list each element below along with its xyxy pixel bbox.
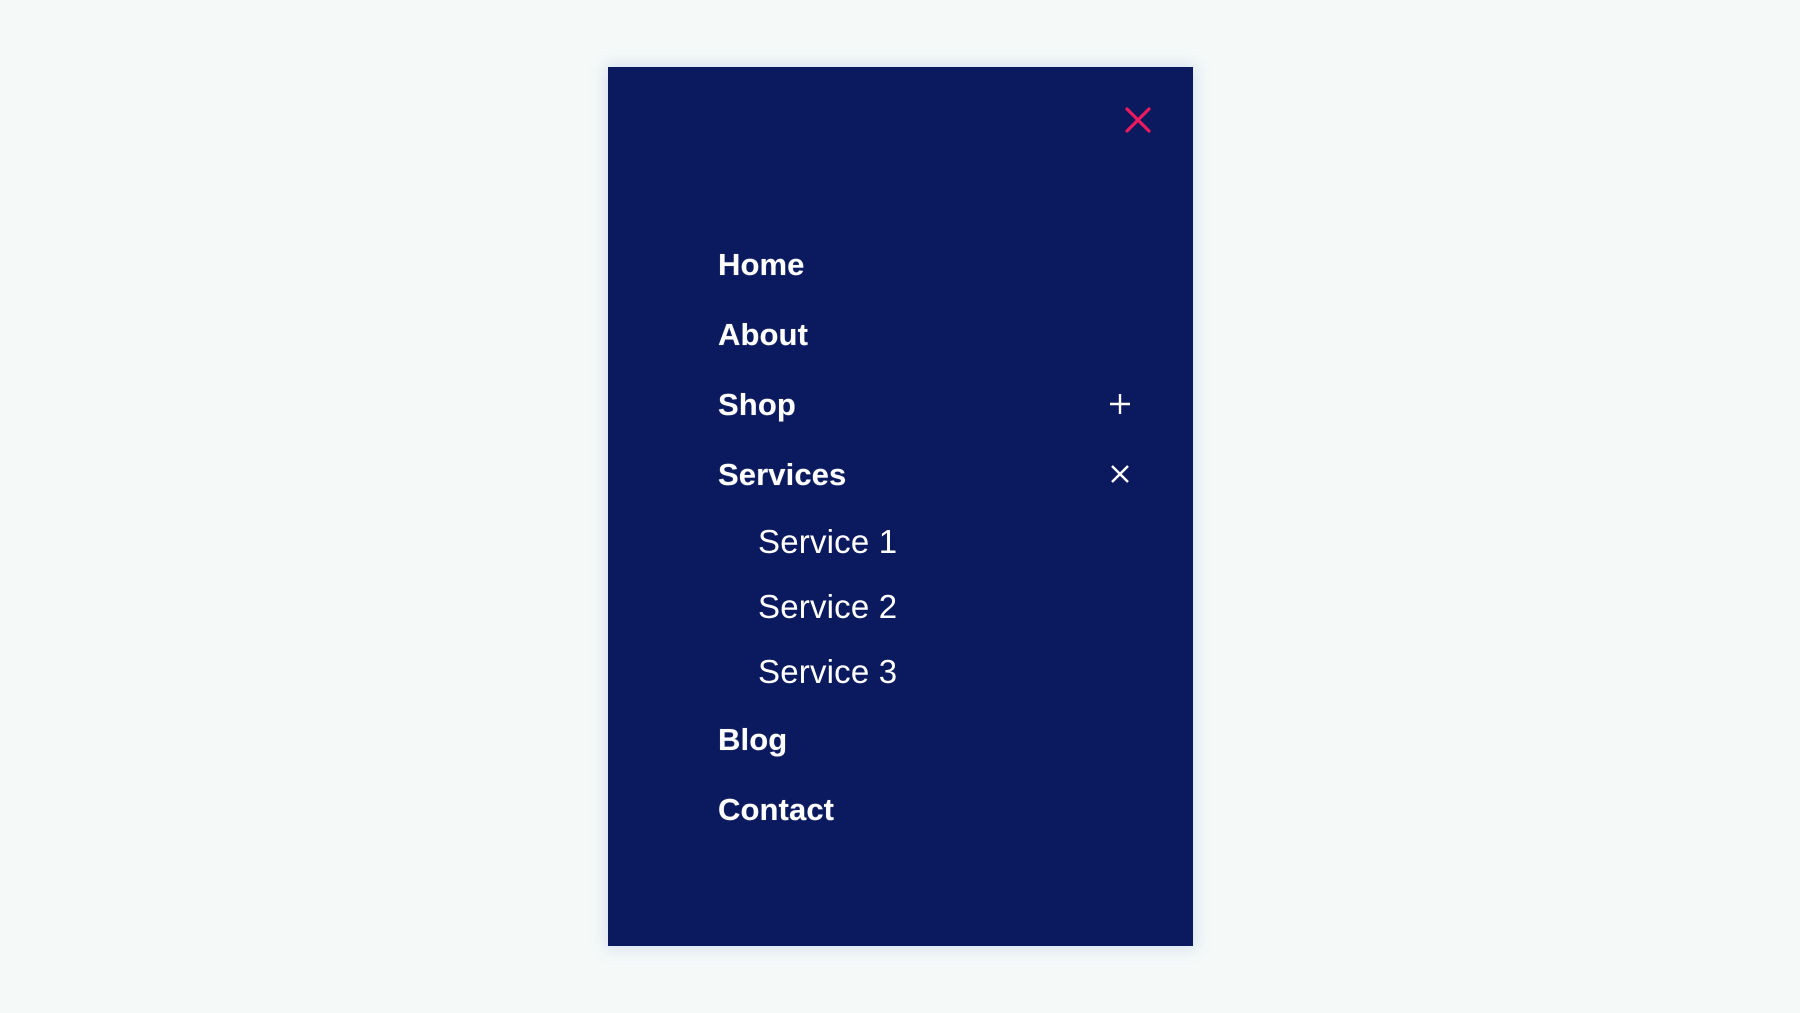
main-navigation-list: Home About Shop Services Service 1 Service 2S…	[608, 229, 1193, 844]
submenu-toggle-shop[interactable]	[1103, 387, 1137, 421]
submenu-toggle-services[interactable]	[1103, 457, 1137, 491]
submenu-item: Service 1	[608, 509, 1193, 574]
nav-toggle-spacer	[1103, 722, 1137, 756]
submenu-item-label: Service 3	[758, 653, 898, 690]
nav-item-label: About	[718, 316, 809, 352]
nav-link-blog[interactable]: Blog	[608, 704, 1193, 774]
submenu-link-service-2[interactable]: Service 2	[608, 574, 1193, 639]
nav-link-contact[interactable]: Contact	[608, 774, 1193, 844]
nav-link-home[interactable]: Home	[608, 229, 1193, 299]
nav-item-label: Home	[718, 246, 805, 282]
nav-item-shop: Shop	[608, 369, 1193, 439]
nav-link-shop[interactable]: Shop	[608, 369, 1193, 439]
nav-item-services: Services Service 1 Service 2 Service 3	[608, 439, 1193, 704]
close-x-icon	[1123, 105, 1153, 135]
nav-toggle-spacer	[1103, 317, 1137, 351]
submenu-link-service-3[interactable]: Service 3	[608, 639, 1193, 704]
close-menu-button[interactable]	[1115, 97, 1161, 143]
mobile-menu-panel: Home About Shop Services Service 1 Service 2S…	[608, 67, 1193, 946]
submenu-item-label: Service 2	[758, 588, 898, 625]
nav-item-contact: Contact	[608, 774, 1193, 844]
nav-toggle-spacer	[1103, 792, 1137, 826]
nav-item-blog: Blog	[608, 704, 1193, 774]
nav-link-services[interactable]: Services	[608, 439, 1193, 509]
nav-item-about: About	[608, 299, 1193, 369]
submenu-link-service-1[interactable]: Service 1	[608, 509, 1193, 574]
plus-icon	[1107, 391, 1133, 417]
close-x-icon	[1107, 461, 1133, 487]
nav-item-home: Home	[608, 229, 1193, 299]
nav-link-about[interactable]: About	[608, 299, 1193, 369]
nav-item-label: Contact	[718, 791, 835, 827]
submenu-item-label: Service 1	[758, 523, 898, 560]
nav-item-label: Shop	[718, 386, 796, 422]
submenu-services: Service 1 Service 2 Service 3	[608, 509, 1193, 704]
nav-toggle-spacer	[1103, 247, 1137, 281]
submenu-item: Service 3	[608, 639, 1193, 704]
submenu-item: Service 2	[608, 574, 1193, 639]
nav-item-label: Services	[718, 456, 847, 492]
nav-item-label: Blog	[718, 721, 788, 757]
